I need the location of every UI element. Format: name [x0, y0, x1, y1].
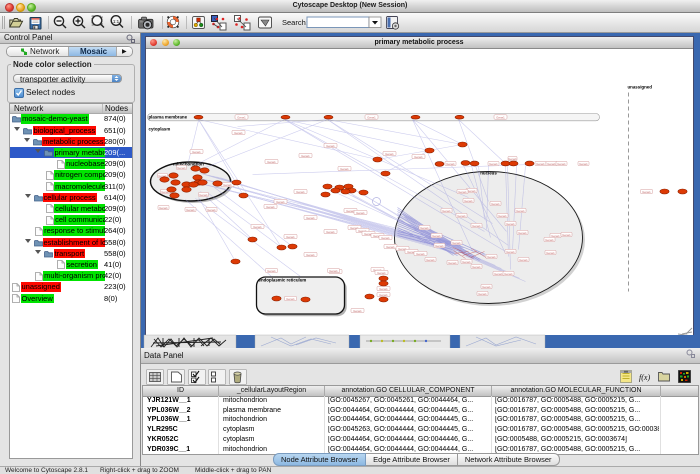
svg-text:Gene1: Gene1 [508, 156, 517, 160]
svg-text:Gene1: Gene1 [306, 252, 315, 256]
svg-text:Gene1: Gene1 [496, 115, 505, 119]
svg-text:Gene1: Gene1 [356, 210, 365, 214]
svg-text:Gene1: Gene1 [516, 208, 525, 212]
svg-text:Gene1: Gene1 [266, 204, 275, 208]
svg-text:Gene1: Gene1 [545, 237, 554, 241]
svg-text:Gene1: Gene1 [367, 115, 376, 119]
svg-text:Gene1: Gene1 [381, 235, 390, 239]
svg-text:Gene1: Gene1 [267, 268, 276, 272]
svg-text:Gene1: Gene1 [458, 189, 467, 193]
svg-text:Gene1: Gene1 [353, 308, 362, 312]
svg-text:cytoplasm: cytoplasm [148, 126, 170, 131]
svg-text:unassigned: unassigned [627, 84, 652, 89]
svg-text:Gene1: Gene1 [494, 271, 503, 275]
svg-text:Gene1: Gene1 [377, 270, 386, 274]
svg-text:Gene1: Gene1 [518, 230, 527, 234]
svg-text:Gene1: Gene1 [420, 225, 429, 229]
svg-text:Gene1: Gene1 [442, 208, 451, 212]
svg-text:Gene1: Gene1 [478, 291, 487, 295]
svg-text:Gene1: Gene1 [306, 215, 315, 219]
svg-text:Gene1: Gene1 [557, 161, 566, 165]
svg-text:plasma membrane: plasma membrane [148, 114, 187, 119]
svg-text:Gene1: Gene1 [386, 244, 395, 248]
svg-text:nucleus: nucleus [480, 170, 497, 175]
svg-text:Gene1: Gene1 [379, 292, 388, 296]
svg-text:Gene1: Gene1 [489, 161, 498, 165]
svg-text:Gene1: Gene1 [385, 151, 394, 155]
svg-text:Gene1: Gene1 [504, 271, 513, 275]
svg-text:Gene1: Gene1 [562, 232, 571, 236]
svg-text:Gene1: Gene1 [536, 161, 545, 165]
svg-text:Gene1: Gene1 [435, 243, 444, 247]
svg-text:Gene1: Gene1 [416, 251, 425, 255]
svg-text:Gene1: Gene1 [207, 207, 216, 211]
svg-text:Gene1: Gene1 [379, 286, 388, 290]
svg-text:Gene1: Gene1 [237, 115, 246, 119]
svg-text:1:1: 1:1 [113, 19, 120, 24]
svg-text:Gene1: Gene1 [301, 153, 310, 157]
svg-text:Gene1: Gene1 [223, 182, 232, 186]
svg-text:Gene1: Gene1 [519, 257, 528, 261]
svg-text:endoplasmic reticulum: endoplasmic reticulum [258, 277, 306, 282]
svg-text:Gene1: Gene1 [234, 130, 243, 134]
svg-text:Gene1: Gene1 [579, 161, 588, 165]
svg-text:Gene1: Gene1 [498, 213, 507, 217]
svg-text:Gene1: Gene1 [457, 213, 466, 217]
svg-text:Gene1: Gene1 [326, 143, 335, 147]
svg-text:Gene1: Gene1 [286, 234, 295, 238]
svg-text:Gene1: Gene1 [452, 240, 461, 244]
svg-text:Gene1: Gene1 [547, 161, 556, 165]
svg-text:Gene1: Gene1 [446, 161, 455, 165]
svg-text:Gene1: Gene1 [414, 154, 423, 158]
svg-text:Gene1: Gene1 [177, 165, 186, 169]
svg-text:Gene1: Gene1 [286, 296, 295, 300]
svg-text:Gene1: Gene1 [267, 159, 276, 163]
svg-text:Gene1: Gene1 [326, 229, 335, 233]
svg-text:Search:: Search: [282, 18, 308, 27]
svg-text:Gene1: Gene1 [467, 188, 476, 192]
svg-text:Gene1: Gene1 [464, 198, 473, 202]
svg-text:Gene1: Gene1 [186, 207, 195, 211]
svg-text:Gene1: Gene1 [482, 284, 491, 288]
svg-text:Gene1: Gene1 [426, 257, 435, 261]
svg-text:Gene1: Gene1 [199, 192, 208, 196]
svg-text:Gene1: Gene1 [253, 224, 262, 228]
svg-text:Gene1: Gene1 [432, 233, 441, 237]
svg-text:Gene1: Gene1 [329, 268, 338, 272]
svg-text:Gene1: Gene1 [448, 260, 457, 264]
svg-text:Gene1: Gene1 [546, 250, 555, 254]
svg-text:Gene1: Gene1 [642, 189, 651, 193]
svg-text:Gene1: Gene1 [296, 189, 305, 193]
svg-text:Gene1: Gene1 [192, 149, 201, 153]
svg-text:Gene1: Gene1 [340, 166, 349, 170]
svg-text:Gene1: Gene1 [276, 199, 285, 203]
svg-text:Gene1: Gene1 [159, 205, 168, 209]
svg-text:f(x): f(x) [639, 373, 650, 382]
svg-text:Gene1: Gene1 [491, 201, 500, 205]
svg-text:Gene1: Gene1 [487, 254, 496, 258]
svg-text:Gene1: Gene1 [472, 223, 481, 227]
svg-text:Gene1: Gene1 [462, 259, 471, 263]
svg-text:Gene1: Gene1 [506, 249, 515, 253]
svg-text:Gene1: Gene1 [472, 264, 481, 268]
svg-text:Gene1: Gene1 [506, 221, 515, 225]
